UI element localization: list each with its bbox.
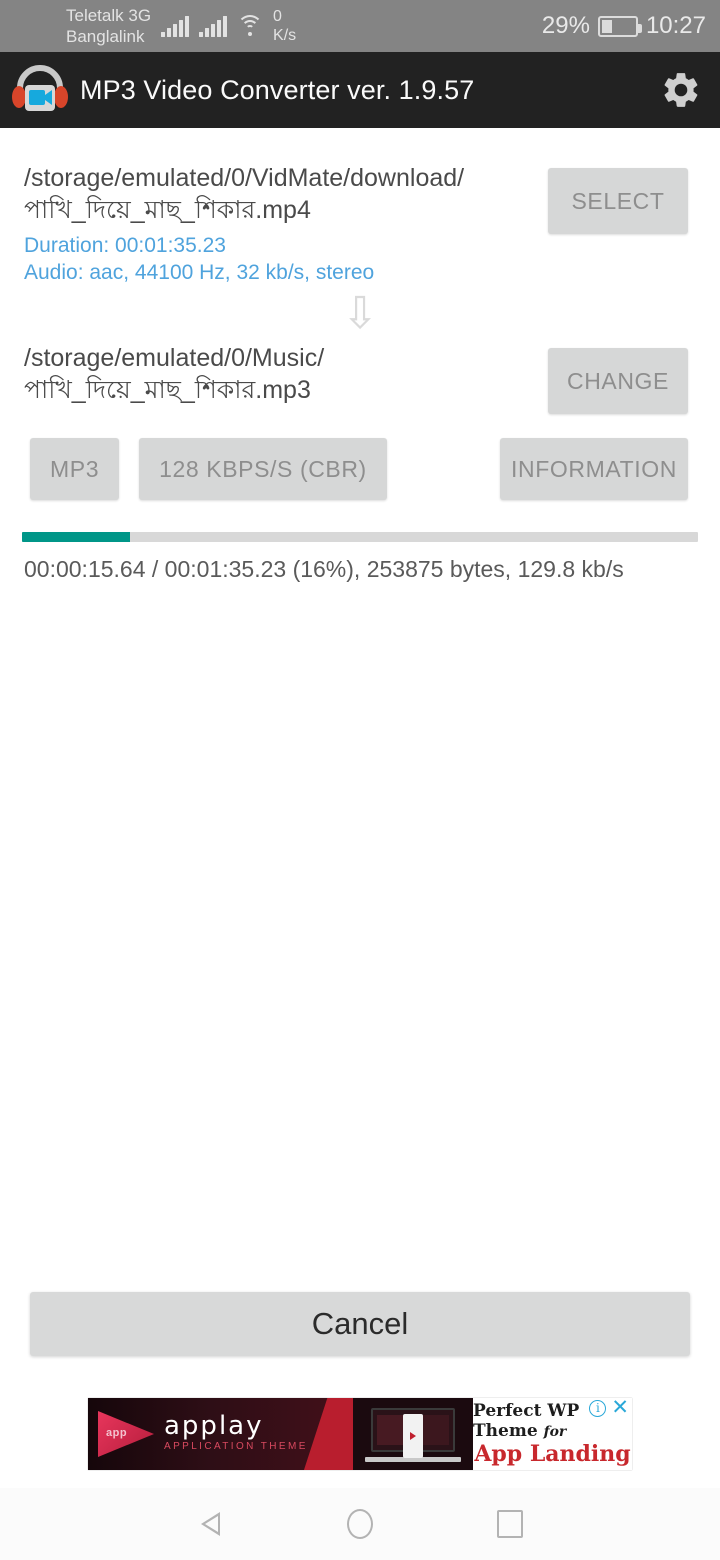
output-file-paths: /storage/emulated/0/Music/ পাখি_দিয়ে_মা… [0,342,548,406]
headphones-video-icon [10,62,70,118]
battery-percent-label: 29% [541,12,590,39]
input-file-path: /storage/emulated/0/VidMate/download/ [24,164,465,192]
input-file-row: /storage/emulated/0/VidMate/download/ পা… [0,162,720,286]
home-icon[interactable] [347,1509,373,1539]
carrier-1-label: Teletalk 3G [66,6,152,25]
play-triangle-icon: app [98,1411,154,1457]
output-file-row: /storage/emulated/0/Music/ পাখি_দিয়ে_মা… [0,342,720,414]
app-title: MP3 Video Converter ver. 1.9.57 [80,74,475,105]
signal-bars-icon-1 [161,15,190,37]
main-content: /storage/emulated/0/VidMate/download/ পা… [0,128,720,583]
ad-subheadline: App Landing [474,1441,631,1467]
progress-bar-fill [22,532,131,542]
format-options: MP3 128 KBPS/S (CBR) [0,438,387,500]
nav-recents-slot[interactable] [435,1510,585,1538]
battery-icon [597,15,642,37]
conversion-arrow-wrap: ⇩ [0,292,720,336]
ad-controls: i ✕ [589,1398,629,1418]
nav-home-slot[interactable] [285,1509,435,1539]
bitrate-button[interactable]: 128 KBPS/S (CBR) [139,438,387,500]
ad-brand-subtitle: APPLICATION THEME [164,1441,308,1452]
close-icon[interactable]: ✕ [611,1398,629,1418]
info-icon[interactable]: i [589,1399,607,1417]
signal-bars-icon-2 [199,15,228,37]
recents-icon[interactable] [497,1510,523,1538]
input-file-paths: /storage/emulated/0/VidMate/download/ পা… [0,162,548,286]
back-icon[interactable] [200,1512,220,1536]
status-bar: Teletalk 3G Banglalink 0 K/s 29% 10:27 [0,0,720,52]
carrier-labels: Teletalk 3G Banglalink [66,5,151,47]
app-bar: MP3 Video Converter ver. 1.9.57 [0,52,720,128]
nav-back-slot[interactable] [135,1512,285,1536]
options-row: MP3 128 KBPS/S (CBR) INFORMATION [0,438,720,500]
data-rate-unit: K/s [273,27,297,44]
information-button-wrap: INFORMATION [500,438,720,500]
input-audio-label: Audio: aac, 44100 Hz, 32 kb/s, stereo [24,261,375,284]
information-button[interactable]: INFORMATION [500,438,688,500]
data-rate-indicator: 0 K/s [273,7,296,45]
output-file-name: পাখি_দিয়ে_মাছ_শিকার.mp3 [24,376,311,404]
ad-headline-italic: for [543,1424,567,1440]
ad-brand-block: applay APPLICATION THEME [164,1413,308,1455]
laptop-icon [365,1406,461,1462]
arrow-down-icon: ⇩ [341,289,379,338]
format-button[interactable]: MP3 [30,438,120,500]
ad-logo-badge: app [106,1427,128,1439]
change-button[interactable]: CHANGE [548,348,688,414]
ad-logo-area: app applay APPLICATION THEME [88,1398,353,1470]
progress-status-text: 00:00:15.64 / 00:01:35.23 (16%), 253875 … [24,556,624,582]
carrier-2-label: Banglalink [66,27,145,46]
status-bar-left: Teletalk 3G Banglalink 0 K/s [0,5,296,47]
clock-label: 10:27 [645,12,706,39]
navigation-bar [0,1488,720,1560]
status-bar-right: 29% 10:27 [542,12,720,40]
select-button-wrap: SELECT [548,162,720,234]
progress-bar [22,532,698,542]
input-duration-label: Duration: 00:01:35.23 [24,234,226,257]
ad-text-area: Perfect WP Theme for App Landing i ✕ [473,1398,632,1470]
ad-banner[interactable]: app applay APPLICATION THEME Perfect WP … [88,1398,632,1470]
wifi-icon [237,15,264,37]
data-rate-value: 0 [273,8,282,25]
phone-screen: Teletalk 3G Banglalink 0 K/s 29% 10:27 M… [0,0,720,1560]
cancel-button[interactable]: Cancel [30,1292,690,1356]
output-file-path: /storage/emulated/0/Music/ [24,344,325,372]
change-button-wrap: CHANGE [548,342,720,414]
gear-icon[interactable] [660,69,702,111]
ad-brand-name: applay [164,1411,264,1441]
ad-device-mockup [353,1398,473,1470]
input-file-name: পাখি_দিয়ে_মাছ_শিকার.mp4 [24,196,311,224]
select-button[interactable]: SELECT [548,168,688,234]
